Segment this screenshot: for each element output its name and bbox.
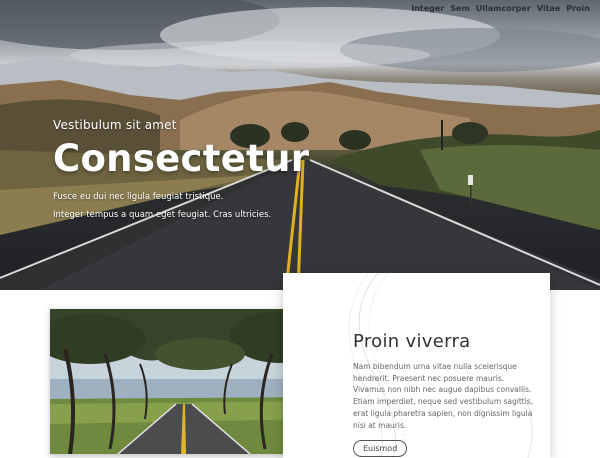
tree-road-image — [50, 309, 318, 454]
hero-banner: Integer Sem Ullamcorper Vitae Proin Vest… — [0, 0, 600, 290]
hero-title: Consectetur — [53, 137, 310, 180]
hero-description-line-1: Fusce eu dui nec ligula feugiat tristiqu… — [53, 192, 224, 202]
nav-item-integer[interactable]: Integer — [411, 2, 444, 15]
tree-road-photo — [50, 309, 318, 454]
nav-item-ullamcorper[interactable]: Ullamcorper — [476, 2, 531, 15]
euismod-button[interactable]: Euismod — [353, 440, 408, 458]
nav-item-sem[interactable]: Sem — [450, 2, 470, 15]
hero-text-block: Vestibulum sit amet Consectetur Fusce eu… — [53, 118, 309, 220]
feature-card-body: Proin viverra Nam bibendum urna vitae nu… — [353, 331, 537, 458]
hero-description-line-2: Integer tempus a quam eget feugiat. Cras… — [53, 210, 272, 220]
top-navigation: Integer Sem Ullamcorper Vitae Proin — [411, 2, 590, 15]
nav-item-vitae[interactable]: Vitae — [537, 2, 560, 15]
card-text: Nam bibendum urna vitae nulla scelerisqu… — [353, 362, 534, 430]
feature-card: Proin viverra Nam bibendum urna vitae nu… — [283, 273, 550, 458]
card-title: Proin viverra — [353, 331, 471, 352]
nav-item-proin[interactable]: Proin — [566, 2, 590, 15]
hero-kicker: Vestibulum sit amet — [53, 118, 177, 132]
